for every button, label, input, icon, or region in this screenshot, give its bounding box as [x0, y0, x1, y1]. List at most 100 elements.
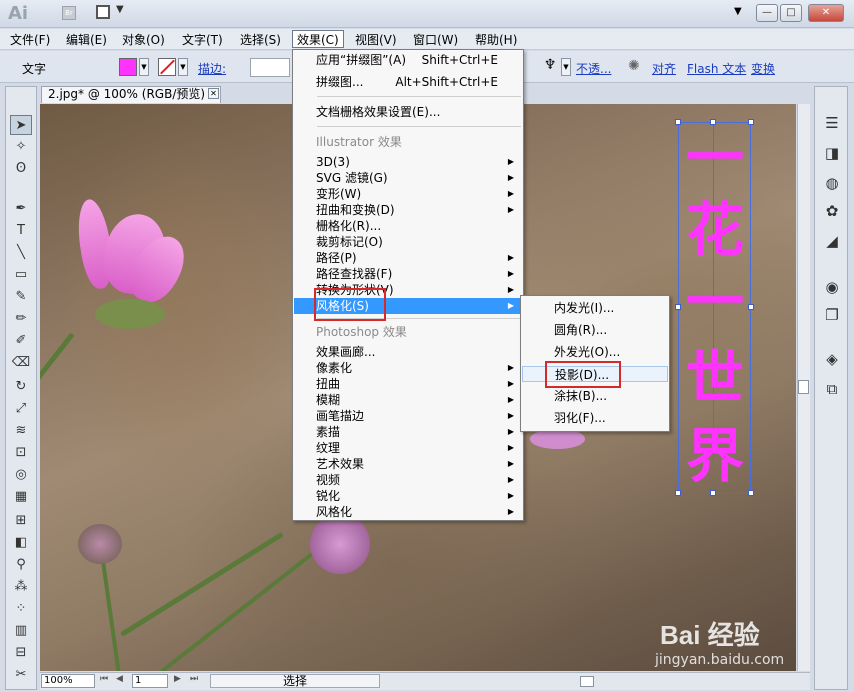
ps-effect-texture[interactable]: 纹理 ▶ — [294, 440, 522, 456]
ps-effect-video[interactable]: 视频 ▶ — [294, 472, 522, 488]
opacity-link[interactable]: 不透... — [576, 60, 611, 77]
menu-edit[interactable]: 编辑(E) — [62, 31, 111, 49]
selection-tool-icon[interactable]: ➤ — [10, 115, 32, 135]
selection-handle[interactable] — [710, 490, 716, 496]
free-transform-tool-icon[interactable]: ⊡ — [10, 443, 32, 463]
effect-item-3d[interactable]: 3D(3) ▶ — [294, 154, 522, 170]
shape-builder-tool-icon[interactable]: ◎ — [10, 465, 32, 485]
perspective-grid-tool-icon[interactable]: ▦ — [10, 487, 32, 507]
fill-dropdown-icon[interactable]: ▼ — [139, 58, 149, 76]
doc-raster-settings-item[interactable]: 文档栅格效果设置(E)... — [294, 104, 522, 120]
swatches-panel-icon[interactable]: ◍ — [822, 173, 842, 193]
selection-handle[interactable] — [675, 490, 681, 496]
ps-effect-artistic[interactable]: 艺术效果 ▶ — [294, 456, 522, 472]
magic-wand-tool-icon[interactable]: ✧ — [10, 137, 32, 157]
menu-type[interactable]: 文字(T) — [178, 31, 227, 49]
next-page-icon[interactable]: ▶ — [174, 674, 181, 684]
first-page-icon[interactable]: ⏮ — [100, 674, 108, 684]
ps-effect-sharpen[interactable]: 锐化 ▶ — [294, 488, 522, 504]
recolor-icon[interactable]: ✺ — [628, 58, 640, 74]
pencil-tool-icon[interactable]: ✏ — [10, 309, 32, 329]
status-mode-select[interactable]: 选择 — [210, 674, 380, 688]
slice-tool-icon[interactable]: ✂ — [10, 665, 32, 685]
layers-panel-icon[interactable]: ◈ — [822, 349, 842, 369]
brushes-panel-icon[interactable]: ✿ — [822, 201, 842, 221]
bridge-button[interactable]: Br — [62, 6, 76, 20]
vertical-scroll-thumb[interactable] — [798, 380, 809, 394]
flash-text-link[interactable]: Flash 文本 — [687, 60, 746, 77]
symbols-panel-icon[interactable]: ◢ — [822, 231, 842, 251]
scale-tool-icon[interactable]: ⤢ — [10, 399, 32, 419]
previous-page-icon[interactable]: ◀ — [116, 674, 123, 684]
panel-menu-icon[interactable]: ☰ — [822, 113, 842, 133]
align-link[interactable]: 对齐 — [652, 60, 676, 77]
blob-brush-tool-icon[interactable]: ✐ — [10, 331, 32, 351]
effect-item-rasterize[interactable]: 栅格化(R)... — [294, 218, 522, 234]
effect-item-warp[interactable]: 变形(W) ▶ — [294, 186, 522, 202]
close-button[interactable]: ✕ — [808, 4, 844, 22]
maximize-button[interactable]: □ — [780, 4, 802, 22]
column-graph-tool-icon[interactable]: ▥ — [10, 621, 32, 641]
ps-effect-gallery[interactable]: 效果画廊... — [294, 344, 522, 360]
style-dropdown-icon[interactable]: ▼ — [561, 58, 571, 76]
ps-effect-sketch[interactable]: 素描 ▶ — [294, 424, 522, 440]
minimize-button[interactable]: — — [756, 4, 778, 22]
effect-item-pathfinder[interactable]: 路径查找器(F) ▶ — [294, 266, 522, 282]
effect-item-distort-transform[interactable]: 扭曲和变换(D) ▶ — [294, 202, 522, 218]
stylize-round-corners[interactable]: 圆角(R)... — [522, 322, 668, 338]
last-page-icon[interactable]: ⏭ — [190, 674, 198, 684]
selection-handle[interactable] — [748, 304, 754, 310]
stroke-label[interactable]: 描边: — [198, 60, 226, 77]
paintbrush-tool-icon[interactable]: ✎ — [10, 287, 32, 307]
effect-item-crop-marks[interactable]: 裁剪标记(O) — [294, 234, 522, 250]
menu-window[interactable]: 窗口(W) — [409, 31, 462, 49]
arrange-documents-icon[interactable] — [96, 5, 110, 19]
pen-tool-icon[interactable]: ✒ — [10, 199, 32, 219]
close-tab-icon[interactable]: ✕ — [208, 88, 219, 99]
ps-effect-blur[interactable]: 模糊 ▶ — [294, 392, 522, 408]
rectangle-tool-icon[interactable]: ▭ — [10, 265, 32, 285]
selection-handle[interactable] — [748, 119, 754, 125]
type-tool-icon[interactable]: T — [10, 221, 32, 241]
workspace-dropdown-icon[interactable]: ▼ — [734, 6, 742, 17]
menu-select[interactable]: 选择(S) — [236, 31, 285, 49]
eyedropper-tool-icon[interactable]: ⚲ — [10, 555, 32, 575]
ps-effect-pixelate[interactable]: 像素化 ▶ — [294, 360, 522, 376]
eraser-tool-icon[interactable]: ⌫ — [10, 353, 32, 373]
patchwork-item[interactable]: 拼缀图... Alt+Shift+Ctrl+E — [294, 74, 522, 90]
menu-view[interactable]: 视图(V) — [351, 31, 401, 49]
menu-file[interactable]: 文件(F) — [6, 31, 54, 49]
fill-color-swatch[interactable] — [119, 58, 137, 76]
stylize-outer-glow[interactable]: 外发光(O)... — [522, 344, 668, 360]
line-tool-icon[interactable]: ╲ — [10, 243, 32, 263]
symbol-sprayer-tool-icon[interactable]: ⁘ — [10, 599, 32, 619]
color-panel-icon[interactable]: ◨ — [822, 143, 842, 163]
menu-help[interactable]: 帮助(H) — [471, 31, 521, 49]
artboard-tool-icon[interactable]: ⊟ — [10, 643, 32, 663]
stylize-inner-glow[interactable]: 内发光(I)... — [522, 300, 668, 316]
menu-object[interactable]: 对象(O) — [118, 31, 169, 49]
stroke-weight-input[interactable] — [250, 58, 290, 77]
effect-item-path[interactable]: 路径(P) ▶ — [294, 250, 522, 266]
mesh-tool-icon[interactable]: ⊞ — [10, 511, 32, 531]
lasso-tool-icon[interactable]: ʘ — [10, 159, 32, 179]
stroke-panel-icon[interactable]: ◉ — [822, 277, 842, 297]
selection-handle[interactable] — [675, 304, 681, 310]
apply-patchwork-item[interactable]: 应用“拼缀图”(A) Shift+Ctrl+E — [294, 52, 522, 68]
ps-effect-stylize[interactable]: 风格化 ▶ — [294, 504, 522, 520]
style-icon[interactable]: ♆ — [540, 57, 560, 77]
artboard-number-input[interactable]: 1 — [132, 674, 168, 688]
artboards-panel-icon[interactable]: ⧉ — [822, 379, 842, 399]
blend-tool-icon[interactable]: ⁂ — [10, 577, 32, 597]
menu-effect[interactable]: 效果(C) — [292, 30, 344, 48]
selection-handle[interactable] — [748, 490, 754, 496]
effect-item-svg-filters[interactable]: SVG 滤镜(G) ▶ — [294, 170, 522, 186]
stylize-scribble[interactable]: 涂抹(B)... — [522, 388, 668, 404]
ps-effect-brush-strokes[interactable]: 画笔描边 ▶ — [294, 408, 522, 424]
document-tab[interactable]: 2.jpg* @ 100% (RGB/预览) — [41, 86, 221, 103]
warp-tool-icon[interactable]: ≋ — [10, 421, 32, 441]
ps-effect-distort[interactable]: 扭曲 ▶ — [294, 376, 522, 392]
chevron-down-icon[interactable]: ▼ — [116, 4, 124, 15]
stroke-dropdown-icon[interactable]: ▼ — [178, 58, 188, 76]
selection-handle[interactable] — [675, 119, 681, 125]
